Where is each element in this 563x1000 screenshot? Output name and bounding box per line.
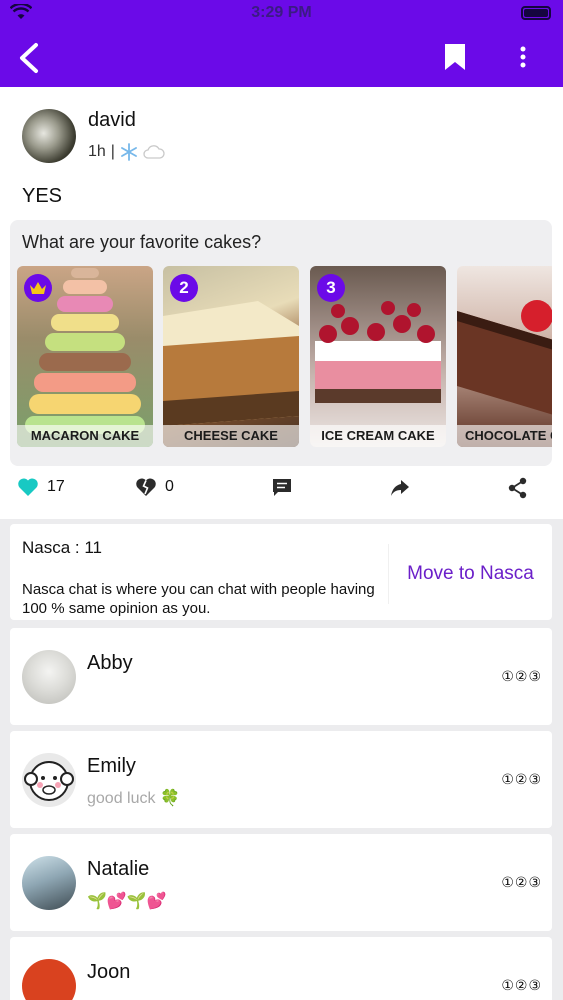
avatar bbox=[22, 753, 76, 807]
poll-option-label: CHEESE CAKE bbox=[163, 425, 299, 447]
poll-option-label: MACARON CAKE bbox=[17, 425, 153, 447]
snowflake-icon bbox=[121, 143, 137, 161]
poll-option-macaron-cake[interactable]: MACARON CAKE bbox=[17, 266, 153, 447]
top-bar: 3:29 PM bbox=[0, 0, 563, 87]
post-text: YES bbox=[22, 185, 63, 207]
rank-icons: ①②③ bbox=[501, 874, 542, 890]
comment-button[interactable] bbox=[271, 477, 293, 499]
post-card: david 1h | YES What are your favorite ca… bbox=[0, 87, 563, 519]
share-button[interactable] bbox=[508, 477, 528, 499]
poll-option-chocolate-cake[interactable]: CHOCOLATE C bbox=[457, 266, 552, 447]
poll-option-cheese-cake[interactable]: 2 CHEESE CAKE bbox=[163, 266, 299, 447]
cloud-icon bbox=[143, 145, 165, 159]
poll-option-label: ICE CREAM CAKE bbox=[310, 425, 446, 447]
rank-badge: 3 bbox=[317, 274, 345, 302]
rank-badge: 2 bbox=[170, 274, 198, 302]
rank-icons: ①②③ bbox=[501, 977, 542, 993]
meta-separator: | bbox=[110, 143, 115, 160]
crown-icon bbox=[24, 274, 52, 302]
nasca-description: Nasca chat is where you can chat with pe… bbox=[22, 581, 375, 617]
move-to-nasca-button[interactable]: Move to Nasca bbox=[388, 544, 552, 604]
user-name: Natalie bbox=[87, 858, 150, 880]
user-name: Abby bbox=[87, 652, 133, 674]
back-button[interactable] bbox=[14, 40, 44, 76]
nasca-title: Nasca : 11 bbox=[22, 538, 103, 557]
post-time: 1h bbox=[88, 143, 106, 160]
author-name[interactable]: david bbox=[88, 109, 136, 132]
user-status: good luck 🍀 bbox=[87, 790, 180, 807]
heart-icon bbox=[18, 478, 38, 496]
poll-option-ice-cream-cake[interactable]: 3 ICE CREAM CAKE bbox=[310, 266, 446, 447]
user-row-abby[interactable]: Abby ①②③ bbox=[10, 628, 552, 725]
chocolate-cake-image bbox=[457, 300, 552, 415]
poll: What are your favorite cakes? MACARON CA… bbox=[10, 220, 552, 466]
avatar bbox=[22, 856, 76, 910]
author-avatar[interactable] bbox=[22, 109, 76, 163]
battery-icon bbox=[521, 6, 551, 20]
user-name: Joon bbox=[87, 961, 131, 983]
rank-icons: ①②③ bbox=[501, 771, 542, 787]
post-actions: 17 0 bbox=[0, 477, 563, 511]
user-row-joon[interactable]: Joon ①②③ bbox=[10, 937, 552, 1000]
poll-question: What are your favorite cakes? bbox=[22, 232, 262, 252]
more-options-button[interactable] bbox=[512, 44, 534, 70]
broken-heart-icon bbox=[136, 478, 156, 496]
user-status: 🌱💕🌱💕 bbox=[87, 893, 167, 910]
user-name: Emily bbox=[87, 755, 136, 777]
like-button[interactable]: 17 bbox=[17, 477, 65, 497]
like-count: 17 bbox=[47, 478, 65, 495]
poll-option-label: CHOCOLATE C bbox=[457, 425, 552, 447]
dislike-button[interactable]: 0 bbox=[135, 477, 174, 497]
user-row-natalie[interactable]: Natalie 🌱💕🌱💕 ①②③ bbox=[10, 834, 552, 931]
status-bar: 3:29 PM bbox=[0, 0, 563, 30]
dislike-count: 0 bbox=[165, 478, 174, 495]
user-row-emily[interactable]: Emily good luck 🍀 ①②③ bbox=[10, 731, 552, 828]
bookmark-button[interactable] bbox=[443, 43, 467, 71]
repost-button[interactable] bbox=[389, 478, 411, 498]
avatar bbox=[22, 959, 76, 1000]
nasca-card: Nasca : 11 Nasca chat is where you can c… bbox=[10, 524, 552, 620]
monkey-icon bbox=[24, 761, 74, 801]
rank-icons: ①②③ bbox=[501, 668, 542, 684]
status-time: 3:29 PM bbox=[251, 4, 312, 21]
post-meta: 1h | bbox=[88, 143, 165, 161]
avatar bbox=[22, 650, 76, 704]
